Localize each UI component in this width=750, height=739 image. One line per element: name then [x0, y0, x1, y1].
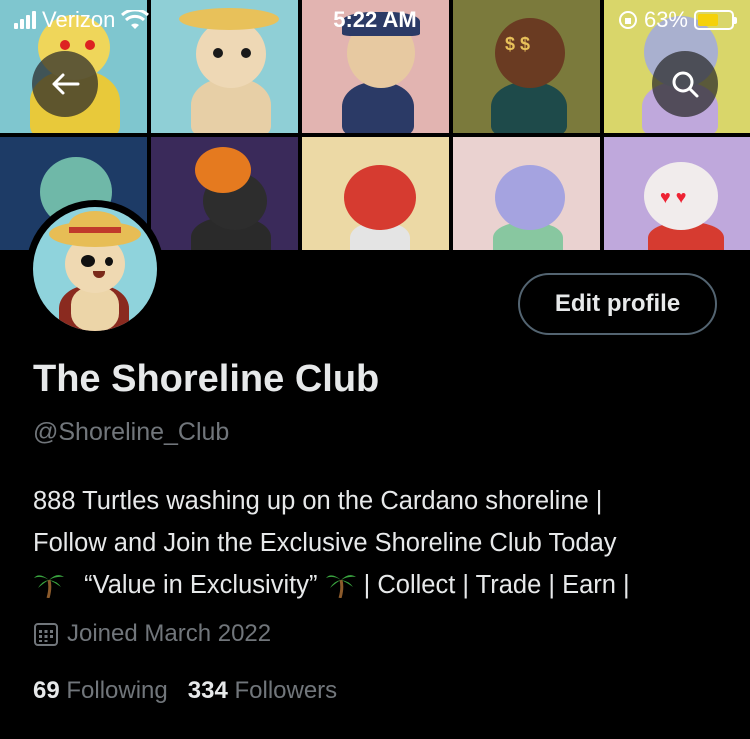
following-count: 69	[33, 677, 60, 704]
joined-text: Joined March 2022	[67, 620, 272, 647]
follow-stats: 69 Following 334 Followers	[33, 677, 337, 705]
status-right: 63%	[618, 7, 737, 33]
following-label: Following	[66, 677, 168, 704]
followers-link[interactable]: 334 Followers	[188, 677, 337, 705]
status-bar: Verizon 5:22 AM 63%	[0, 0, 750, 40]
profile-avatar[interactable]	[26, 200, 164, 338]
arrow-left-icon	[52, 73, 80, 95]
joined-date: Joined March 2022	[33, 620, 271, 648]
banner-tile: ♥ ♥	[604, 137, 750, 250]
bio-line: “Value in Exclusivity” | Collect | Trade…	[33, 564, 733, 606]
avatar-image	[33, 207, 157, 331]
calendar-icon	[34, 623, 58, 646]
bio-line: Follow and Join the Exclusive Shoreline …	[33, 529, 617, 557]
orientation-lock-icon	[618, 11, 637, 29]
following-link[interactable]: 69 Following	[33, 677, 168, 705]
bio-quote: “Value in Exclusivity”	[84, 571, 318, 599]
banner-tile	[151, 137, 298, 250]
followers-count: 334	[187, 677, 228, 704]
followers-label: Followers	[234, 677, 338, 704]
search-icon	[672, 71, 699, 98]
battery-icon	[694, 10, 737, 30]
palm-tree-icon	[33, 568, 65, 599]
bio-line: 888 Turtles washing up on the Cardano sh…	[33, 487, 603, 515]
search-button[interactable]	[652, 51, 718, 117]
battery-percent: 63%	[643, 7, 688, 32]
banner-tile	[453, 137, 600, 250]
palm-tree-icon	[325, 568, 357, 599]
bio: 888 Turtles washing up on the Cardano sh…	[33, 480, 733, 606]
edit-profile-button[interactable]: Edit profile	[518, 273, 717, 335]
battery-fill	[698, 14, 719, 26]
bio-tail: | Collect | Trade | Earn |	[363, 571, 630, 599]
handle: @Shoreline_Club	[33, 418, 230, 446]
banner-tile	[302, 137, 449, 250]
display-name: The Shoreline Club	[33, 358, 380, 400]
back-button[interactable]	[32, 51, 98, 117]
